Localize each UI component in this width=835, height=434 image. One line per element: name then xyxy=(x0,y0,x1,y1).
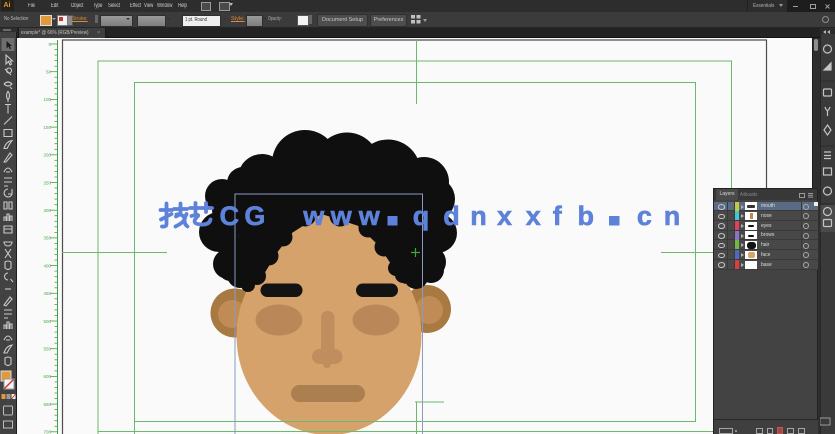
svg-text:450: 450 xyxy=(43,291,51,296)
svg-text:300: 300 xyxy=(43,208,51,213)
svg-text:150: 150 xyxy=(43,125,51,130)
svg-text:650: 650 xyxy=(43,402,51,407)
svg-text:200: 200 xyxy=(43,153,51,158)
svg-text:500: 500 xyxy=(43,319,51,324)
svg-text:550: 550 xyxy=(43,347,51,352)
svg-text:600: 600 xyxy=(43,374,51,379)
svg-text:100: 100 xyxy=(43,97,51,102)
svg-text:50: 50 xyxy=(46,70,52,75)
svg-text:250: 250 xyxy=(43,180,51,185)
svg-text:350: 350 xyxy=(43,236,51,241)
svg-text:wwwqdnxxfbcn: wwwqdnxxfbcn xyxy=(302,201,680,231)
svg-text:400: 400 xyxy=(43,263,51,268)
svg-text:700: 700 xyxy=(43,430,51,434)
